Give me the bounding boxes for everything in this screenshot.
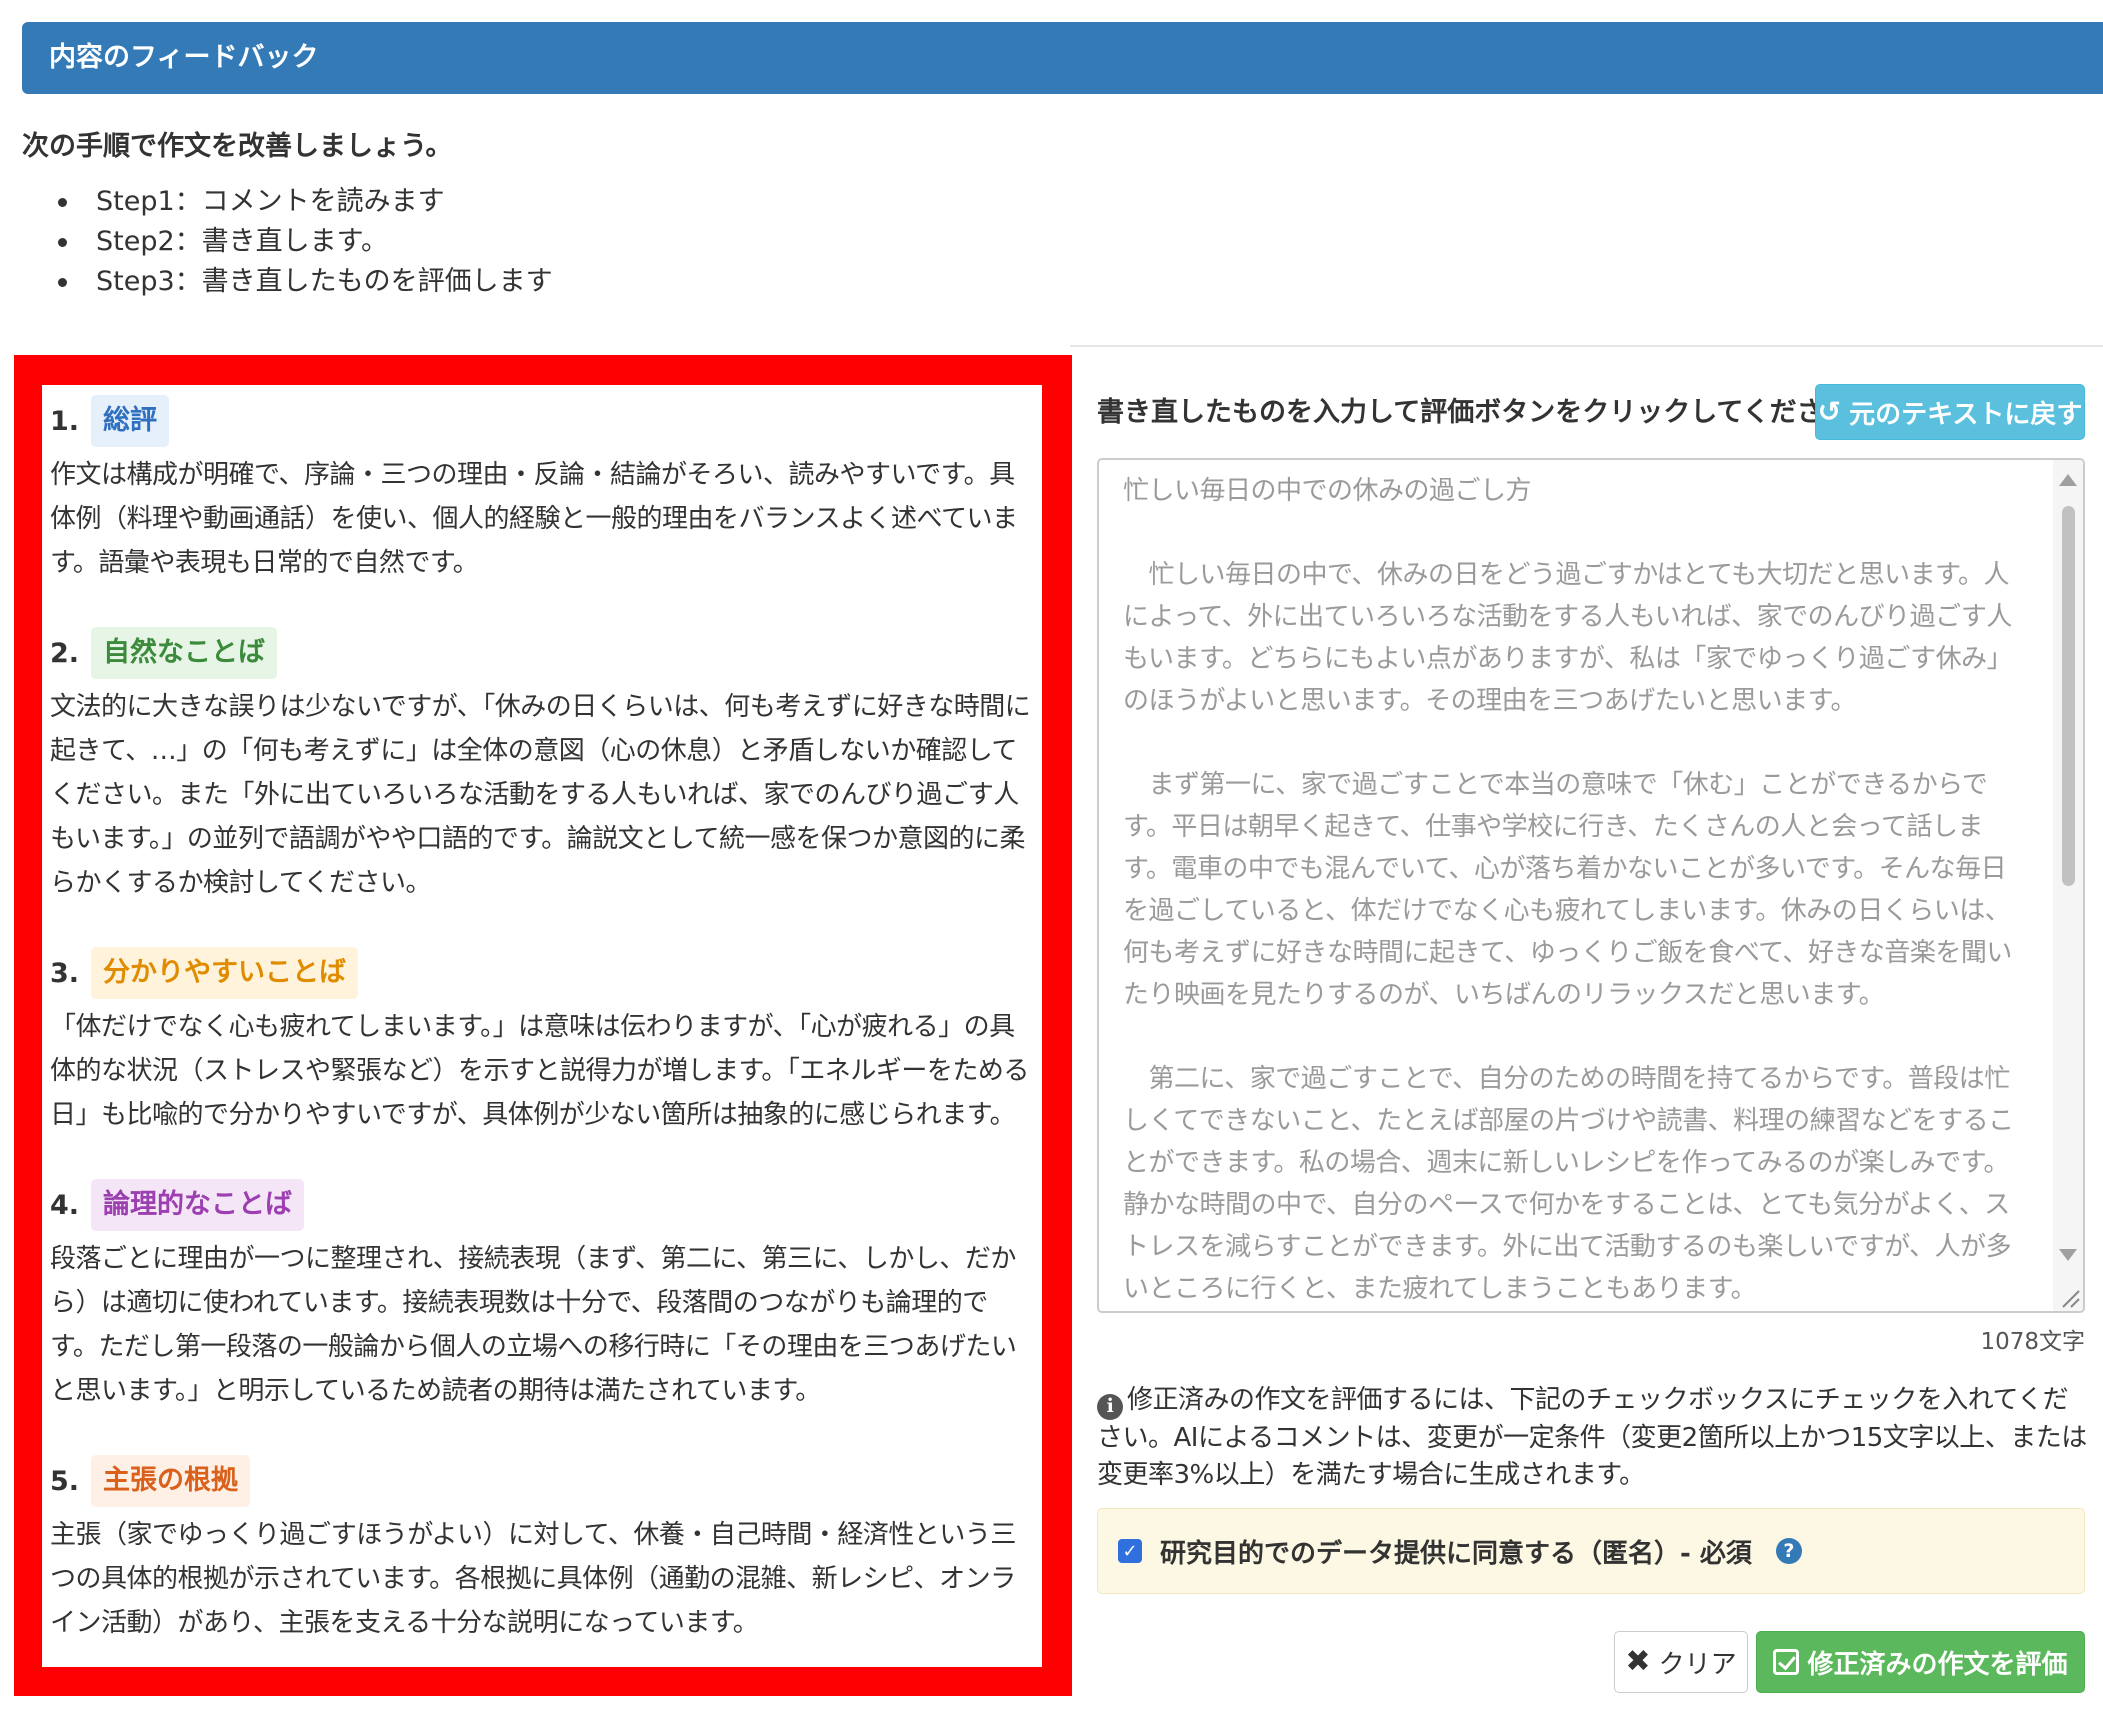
editor-label: 書き直したものを入力して評価ボタンをクリックしてください	[1097, 397, 1851, 428]
feedback-panel: 1. 総評 作文は構成が明確で、序論・三つの理由・反論・結論がそろい、読みやすい…	[42, 385, 1042, 1667]
feedback-section-clarity: 3. 分かりやすいことば 「体だけでなく心も疲れてしまいます。」は意味は伝わりま…	[50, 945, 1034, 1137]
info-icon: i	[1097, 1393, 1123, 1420]
scrollbar[interactable]	[2053, 460, 2083, 1311]
feedback-section-logic: 4. 論理的なことば 段落ごとに理由が一つに整理され、接続表現（まず、第二に、第…	[50, 1177, 1034, 1413]
consent-box: ✓ 研究目的でのデータ提供に同意する（匿名）- 必須 ?	[1097, 1508, 2085, 1594]
step-item: Step2：書き直します。	[58, 222, 553, 262]
undo-icon: ↺	[1817, 395, 1842, 428]
bullet-icon	[58, 198, 67, 207]
consent-label[interactable]: 研究目的でのデータ提供に同意する（匿名）- 必須	[1160, 1533, 1752, 1570]
steps-list: Step1：コメントを読みます Step2：書き直します。 Step3：書き直し…	[58, 182, 553, 302]
help-icon[interactable]: ?	[1775, 1538, 1802, 1564]
bullet-icon	[58, 238, 67, 247]
edit-check-icon	[1773, 1649, 1800, 1675]
section-tag: 自然なことば	[91, 627, 278, 679]
consent-checkbox[interactable]: ✓	[1118, 1539, 1142, 1563]
step-item: Step3：書き直したものを評価します	[58, 262, 553, 302]
clear-button[interactable]: ✖ クリア	[1614, 1631, 1748, 1693]
divider	[1070, 345, 2103, 347]
essay-textarea[interactable]: 忙しい毎日の中での休みの過ごし方 忙しい毎日の中で、休みの日をどう過ごすかはとて…	[1097, 458, 2085, 1313]
scroll-up-icon[interactable]	[2059, 474, 2077, 486]
feedback-section-overall: 1. 総評 作文は構成が明確で、序論・三つの理由・反論・結論がそろい、読みやすい…	[50, 393, 1034, 585]
section-body: 作文は構成が明確で、序論・三つの理由・反論・結論がそろい、読みやすいです。具体例…	[50, 460, 1018, 578]
instructions-heading: 次の手順で作文を改善しましょう。	[22, 131, 453, 162]
section-number: 3.	[50, 957, 80, 989]
panel-header: 内容のフィードバック	[22, 22, 2103, 94]
feedback-section-evidence: 5. 主張の根拠 主張（家でゆっくり過ごすほうがよい）に対して、休養・自己時間・…	[50, 1453, 1034, 1645]
section-number: 4.	[50, 1189, 80, 1221]
feedback-section-natural: 2. 自然なことば 文法的に大きな誤りは少ないですが、「休みの日くらいは、何も考…	[50, 625, 1034, 905]
scroll-thumb[interactable]	[2062, 506, 2075, 886]
restore-original-button[interactable]: ↺ 元のテキストに戻す	[1815, 384, 2085, 440]
section-number: 5.	[50, 1465, 80, 1497]
section-tag: 主張の根拠	[91, 1455, 251, 1507]
info-message: i 修正済みの作文を評価するには、下記のチェックボックスにチェックを入れてください…	[1097, 1385, 2087, 1490]
panel-title: 内容のフィードバック	[49, 42, 319, 73]
step-item: Step1：コメントを読みます	[58, 182, 553, 222]
section-body: 文法的に大きな誤りは少ないですが、「休みの日くらいは、何も考えずに好きな時間に起…	[50, 692, 1031, 898]
character-count: 1078文字	[1980, 1329, 2085, 1355]
page: 内容のフィードバック 次の手順で作文を改善しましょう。 Step1：コメントを読…	[0, 0, 2103, 1711]
close-icon: ✖	[1625, 1644, 1651, 1679]
section-number: 2.	[50, 637, 80, 669]
scroll-down-icon[interactable]	[2059, 1249, 2077, 1261]
evaluate-button[interactable]: 修正済みの作文を評価	[1756, 1631, 2085, 1693]
essay-text[interactable]: 忙しい毎日の中での休みの過ごし方 忙しい毎日の中で、休みの日をどう過ごすかはとて…	[1123, 470, 2028, 1310]
section-body: 「体だけでなく心も疲れてしまいます。」は意味は伝わりますが、「心が疲れる」の具体…	[50, 1012, 1029, 1130]
section-number: 1.	[50, 405, 80, 437]
resize-grip-icon[interactable]	[2055, 1283, 2081, 1309]
section-tag: 分かりやすいことば	[91, 947, 359, 999]
section-tag: 総評	[91, 395, 170, 447]
section-body: 主張（家でゆっくり過ごすほうがよい）に対して、休養・自己時間・経済性という三つの…	[50, 1520, 1016, 1638]
bullet-icon	[58, 278, 67, 287]
section-tag: 論理的なことば	[91, 1179, 305, 1231]
section-body: 段落ごとに理由が一つに整理され、接続表現（まず、第二に、第三に、しかし、だから）…	[50, 1244, 1017, 1406]
